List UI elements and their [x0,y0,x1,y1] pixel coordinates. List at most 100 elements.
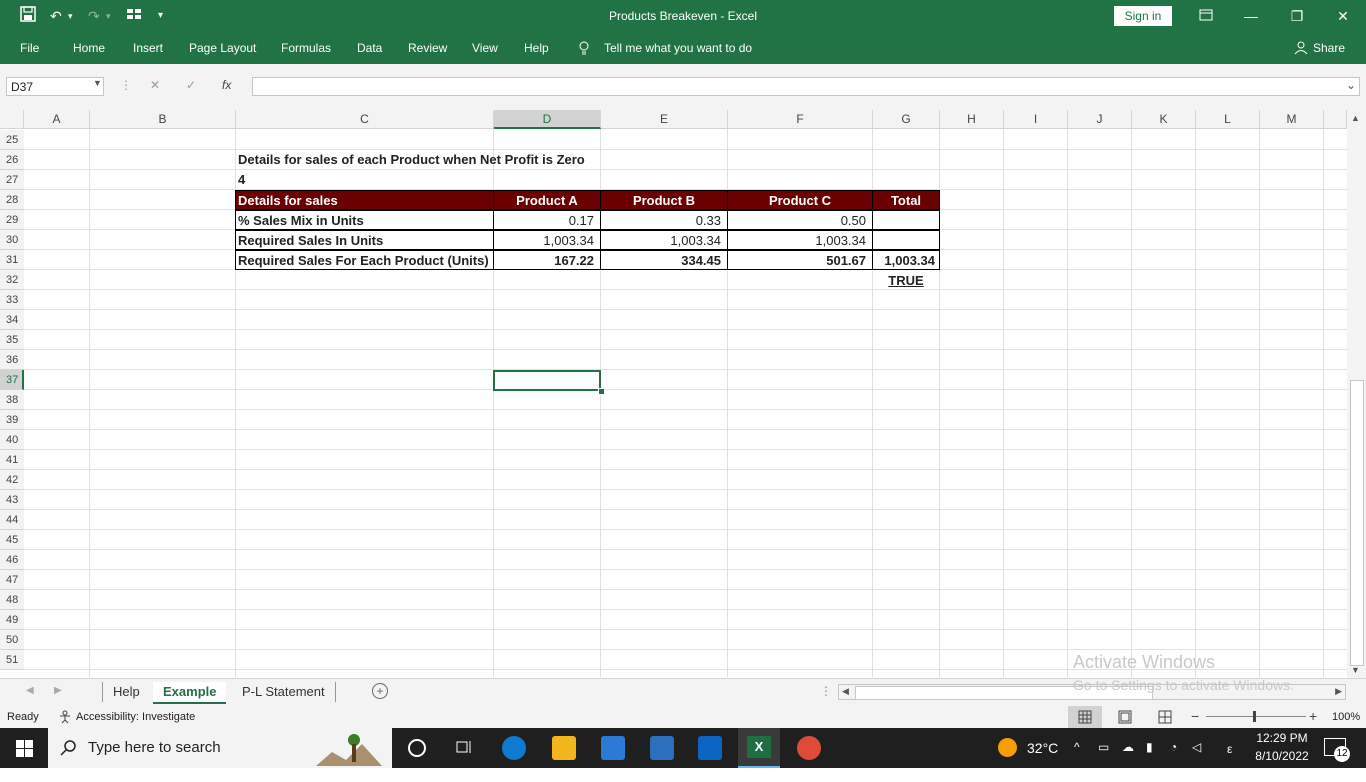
normal-view-icon[interactable] [1068,706,1102,728]
scroll-down-icon[interactable]: ▼ [1351,665,1360,675]
share-icon[interactable] [1294,41,1308,58]
clock-time[interactable]: 12:29 PM [1250,731,1314,745]
col-header-e[interactable]: E [601,110,728,129]
cortana-icon[interactable] [408,739,426,757]
scroll-up-icon[interactable]: ▲ [1351,113,1360,123]
restore-icon[interactable]: ❐ [1287,6,1307,26]
row-header[interactable]: 39 [0,410,24,430]
col-header-i[interactable]: I [1004,110,1068,129]
scroll-right-icon[interactable]: ▶ [1335,686,1342,697]
select-all-corner[interactable] [0,110,24,129]
row-header[interactable]: 38 [0,390,24,410]
row-header[interactable]: 27 [0,170,24,190]
row-header[interactable]: 32 [0,270,24,290]
scroll-left-icon[interactable]: ◀ [842,686,849,697]
table-header-product-c[interactable]: Product C [727,190,873,210]
share-button[interactable]: Share [1313,41,1345,55]
name-box-dropdown-icon[interactable]: ▼ [93,78,102,88]
zoom-in-icon[interactable]: + [1309,708,1317,724]
splitter-icon[interactable]: ⋮ [820,684,832,698]
row-header[interactable]: 28 [0,190,24,210]
sign-in-button[interactable]: Sign in [1114,6,1172,26]
zoom-slider-thumb[interactable] [1253,711,1256,722]
table-cell[interactable]: 334.45 [600,250,728,270]
row-header[interactable]: 29 [0,210,24,230]
windows-start-icon[interactable] [16,740,33,760]
table-row-label[interactable]: Required Sales For Each Product (Units) [235,250,494,270]
minimize-icon[interactable]: — [1241,6,1261,26]
table-header-product-a[interactable]: Product A [493,190,601,210]
lightbulb-icon[interactable] [578,41,590,58]
row-header[interactable]: 43 [0,490,24,510]
meet-now-icon[interactable]: ▭ [1098,740,1109,754]
col-header-j[interactable]: J [1068,110,1132,129]
table-cell[interactable] [872,210,940,230]
table-cell[interactable]: 0.17 [493,210,601,230]
table-header-total[interactable]: Total [872,190,940,210]
menu-data[interactable]: Data [357,41,382,55]
row-header[interactable]: 25 [0,130,24,150]
menu-help[interactable]: Help [524,41,549,55]
col-header-m[interactable]: M [1260,110,1324,129]
table-cell[interactable]: 501.67 [727,250,873,270]
row-header[interactable]: 51 [0,650,24,670]
table-header-product-b[interactable]: Product B [600,190,728,210]
table-cell[interactable]: 167.22 [493,250,601,270]
mail-icon[interactable] [650,736,674,760]
battery-icon[interactable]: ▮ [1146,740,1153,754]
row-header[interactable]: 48 [0,590,24,610]
row-header[interactable]: 50 [0,630,24,650]
page-break-view-icon[interactable] [1158,710,1172,727]
row-header[interactable]: 44 [0,510,24,530]
expand-formula-bar-icon[interactable]: ⌄ [1346,78,1356,92]
fill-handle[interactable] [598,388,605,395]
cell-value-4[interactable]: 4 [238,170,298,190]
onedrive-icon[interactable]: ☁ [1122,740,1134,754]
file-explorer-icon[interactable] [552,736,576,760]
sheet-tab-pl-statement[interactable]: P-L Statement [232,682,336,702]
menu-file[interactable]: File [20,41,39,55]
excel-taskbar-button[interactable]: X [738,728,780,768]
table-row-label[interactable]: Required Sales In Units [235,230,494,250]
active-cell[interactable] [493,370,601,391]
menu-home[interactable]: Home [73,41,105,55]
vertical-scroll-thumb[interactable] [1350,380,1364,666]
row-header[interactable]: 33 [0,290,24,310]
row-header[interactable]: 45 [0,530,24,550]
outlook-icon[interactable] [698,736,722,760]
page-layout-view-icon[interactable] [1118,710,1132,727]
check-result[interactable]: TRUE [872,271,940,291]
show-hidden-icons-icon[interactable]: ^ [1074,740,1080,754]
edge-browser-icon[interactable] [502,736,526,760]
col-header-k[interactable]: K [1132,110,1196,129]
row-header[interactable]: 42 [0,470,24,490]
col-header-d[interactable]: D [494,110,601,129]
col-header-b[interactable]: B [90,110,236,129]
row-header[interactable]: 30 [0,230,24,250]
table-cell[interactable]: 1,003.34 [600,230,728,250]
insert-function-icon[interactable]: fx [222,78,231,92]
weather-icon[interactable] [998,738,1017,757]
prev-sheet-icon[interactable]: ◀ [26,685,34,696]
row-header[interactable]: 31 [0,250,24,270]
row-header-selected[interactable]: 37 [0,370,24,390]
row-header[interactable]: 35 [0,330,24,350]
name-box[interactable]: D37 [6,77,104,96]
table-header-details[interactable]: Details for sales [235,190,494,210]
add-sheet-icon[interactable]: + [372,683,388,699]
zoom-slider[interactable] [1206,716,1306,717]
zoom-level[interactable]: 100% [1332,711,1360,723]
row-header[interactable]: 36 [0,350,24,370]
menu-page-layout[interactable]: Page Layout [189,41,256,55]
col-header-l[interactable]: L [1196,110,1260,129]
close-icon[interactable]: ✕ [1333,6,1353,26]
row-header[interactable]: 41 [0,450,24,470]
sheet-tab-help[interactable]: Help [102,682,150,702]
table-cell[interactable]: 0.33 [600,210,728,230]
col-header-c[interactable]: C [236,110,494,129]
row-header[interactable]: 49 [0,610,24,630]
row-header[interactable]: 47 [0,570,24,590]
input-language-icon[interactable]: ε [1227,742,1232,756]
network-icon[interactable]: ◔ [1170,740,1177,754]
menu-formulas[interactable]: Formulas [281,41,331,55]
